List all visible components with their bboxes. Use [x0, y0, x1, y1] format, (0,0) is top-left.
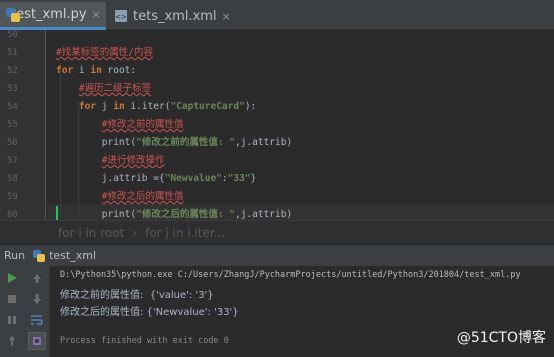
- close-tab-icon[interactable]: ×: [92, 8, 101, 21]
- code-token: print(: [101, 137, 137, 148]
- code-token: #修改之后的属性值: [101, 191, 184, 202]
- tab-test-xml-py[interactable]: test_xml.py ×: [0, 2, 106, 30]
- run-config-name[interactable]: test_xml: [49, 249, 96, 262]
- close-tab-icon[interactable]: ×: [222, 10, 231, 23]
- code-token: i: [78, 65, 91, 76]
- console-command-line: D:\Python35\python.exe C:/Users/ZhangJ/P…: [60, 270, 521, 280]
- code-line: print("修改之前的属性值: ",j.attrib): [56, 134, 292, 152]
- breadcrumb-item[interactable]: for i in root: [58, 226, 124, 240]
- line-number: 59: [7, 192, 18, 202]
- code-token: in: [90, 65, 108, 76]
- line-number: 54: [7, 102, 18, 112]
- code-line: j.attrib ={"Newvalue":"33"}: [56, 170, 256, 188]
- code-token: ):: [244, 101, 257, 112]
- run-header-label: Run: [4, 249, 26, 262]
- code-token: for: [56, 65, 79, 76]
- xml-file-icon: <>: [114, 9, 128, 23]
- print-icon[interactable]: [28, 332, 46, 350]
- text-cursor: [56, 206, 58, 220]
- watermark: @51CTO博客: [456, 330, 546, 346]
- code-token: i.iter(: [130, 101, 171, 112]
- tab-tets-xml-xml[interactable]: <> tets_xml.xml ×: [108, 2, 236, 30]
- stop-icon[interactable]: [3, 290, 21, 308]
- code-line: #修改之后的属性值: [56, 188, 184, 206]
- code-token: #进行修改操作: [101, 155, 165, 166]
- run-icon[interactable]: [3, 269, 21, 287]
- line-number: 51: [7, 48, 18, 58]
- code-line: #找某标签的属性/内容: [56, 44, 153, 62]
- code-token: #遍历二级子标签: [78, 83, 152, 94]
- line-number: 57: [7, 156, 18, 166]
- tab-label: tets_xml.xml: [133, 8, 217, 24]
- run-toolbar: [0, 266, 50, 357]
- code-token: "CaptureCard": [170, 101, 245, 112]
- code-token: for: [78, 101, 102, 112]
- code-line: #遍历二级子标签: [56, 80, 151, 98]
- code-line: for i in root:: [56, 62, 136, 80]
- code-line: #修改之前的属性值: [56, 116, 184, 134]
- line-number-gutter: 505152535455565758596061: [0, 30, 46, 238]
- line-number: 58: [7, 174, 18, 184]
- line-number: 50: [7, 30, 18, 40]
- code-line: for j in i.iter("CaptureCard"):: [56, 98, 256, 116]
- code-token: "Newvalue": [164, 173, 222, 184]
- code-token: "修改之后的属性值: ": [136, 209, 235, 220]
- breadcrumb-separator: ›: [132, 225, 138, 240]
- pin-icon[interactable]: [3, 332, 21, 350]
- breadcrumb: for i in root › for j in i.iter...: [0, 220, 554, 244]
- code-token: j.attrib ={: [101, 173, 165, 184]
- code-token: #修改之前的属性值: [101, 119, 184, 130]
- pause-icon[interactable]: [3, 311, 21, 329]
- line-number: 60: [7, 210, 18, 220]
- code-token: ,j.attrib): [234, 209, 293, 220]
- code-token: j: [101, 101, 114, 112]
- editor-tab-bar: test_xml.py × <> tets_xml.xml ×: [0, 0, 554, 30]
- console-output-line: 修改之后的属性值: {'Newvalue': '33'}: [60, 307, 239, 318]
- python-file-icon: [33, 249, 46, 262]
- console-finished-message: Process finished with exit code 0: [60, 336, 229, 346]
- down-arrow-icon[interactable]: [28, 290, 46, 308]
- code-token: "修改之前的属性值: ": [136, 137, 235, 148]
- code-token: "33": [227, 173, 251, 184]
- console-output-line: 修改之前的属性值: {'value': '3'}: [60, 290, 214, 301]
- code-line: #进行修改操作: [56, 152, 165, 170]
- code-token: root:: [107, 65, 137, 76]
- run-tool-window-header: Run test_xml: [0, 244, 554, 266]
- svg-text:<>: <>: [115, 13, 127, 21]
- line-number: 53: [7, 84, 18, 94]
- up-arrow-icon[interactable]: [28, 269, 46, 287]
- line-number: 56: [7, 138, 18, 148]
- tab-label: test_xml.py: [11, 7, 87, 22]
- line-number: 52: [7, 66, 18, 76]
- code-editor[interactable]: 505152535455565758596061 #找某标签的属性/内容for …: [0, 30, 554, 238]
- soft-wrap-icon[interactable]: [28, 311, 46, 329]
- code-token: ,j.attrib): [234, 137, 293, 148]
- code-token: in: [113, 101, 131, 112]
- code-token: }: [250, 173, 257, 184]
- line-number: 55: [7, 120, 18, 130]
- breadcrumb-item[interactable]: for j in i.iter...: [145, 226, 225, 240]
- code-token: print(: [101, 209, 137, 220]
- code-token: #找某标签的属性/内容: [56, 47, 153, 58]
